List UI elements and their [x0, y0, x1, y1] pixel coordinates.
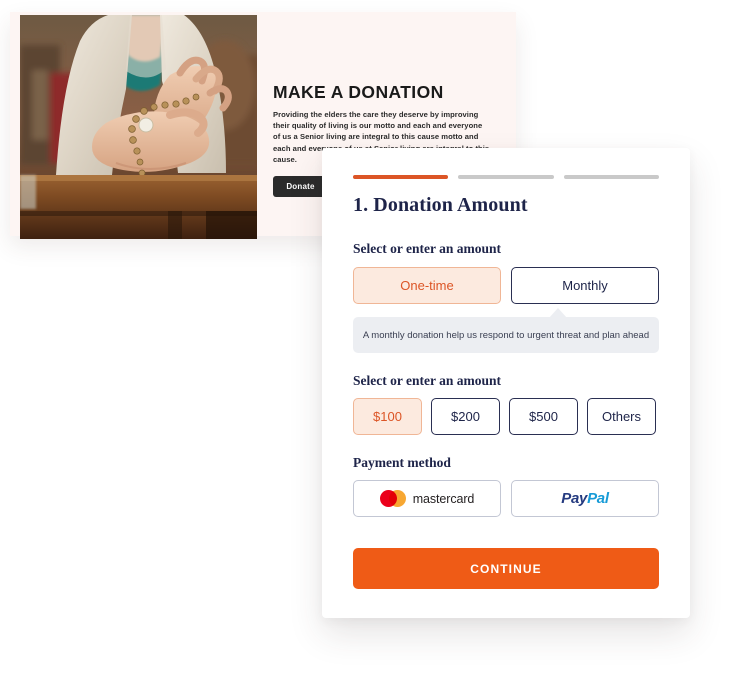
- mastercard-label: mastercard: [412, 491, 475, 506]
- promo-photo: [20, 15, 257, 239]
- progress-steps: [353, 175, 659, 179]
- page-title: MAKE A DONATION: [273, 82, 444, 102]
- continue-button[interactable]: CONTINUE: [353, 548, 659, 589]
- mastercard-icon: [379, 490, 406, 507]
- frequency-section-label: Select or enter an amount: [353, 241, 501, 256]
- progress-step-2[interactable]: [458, 175, 554, 179]
- amount-option-others[interactable]: Others: [587, 398, 656, 435]
- frequency-option-one-time[interactable]: One-time: [353, 267, 501, 304]
- payment-option-paypal[interactable]: PayPal: [511, 480, 659, 517]
- progress-step-3[interactable]: [563, 175, 659, 179]
- frequency-tooltip: A monthly donation help us respond to ur…: [353, 317, 659, 353]
- step-title: 1. Donation Amount: [353, 194, 528, 216]
- progress-step-1[interactable]: [353, 175, 449, 179]
- amount-options: $100 $200 $500 Others: [353, 398, 659, 435]
- donation-form-card: 1. Donation Amount Select or enter an am…: [322, 148, 690, 618]
- amount-section-label: Select or enter an amount: [353, 373, 501, 388]
- payment-option-mastercard[interactable]: mastercard: [353, 480, 501, 517]
- paypal-icon: PayPal: [561, 490, 609, 507]
- payment-options: mastercard PayPal: [353, 480, 659, 517]
- amount-option-100[interactable]: $100: [353, 398, 422, 435]
- payment-section-label: Payment method: [353, 455, 451, 470]
- amount-option-500[interactable]: $500: [509, 398, 578, 435]
- elderly-hands-rosary-image: [20, 15, 257, 239]
- paypal-pay-text: Pay: [561, 490, 588, 507]
- frequency-option-monthly[interactable]: Monthly: [511, 267, 659, 304]
- amount-option-200[interactable]: $200: [431, 398, 500, 435]
- donate-button[interactable]: Donate: [273, 176, 328, 197]
- paypal-pal-text: Pal: [587, 490, 609, 507]
- frequency-options: One-time Monthly: [353, 267, 659, 304]
